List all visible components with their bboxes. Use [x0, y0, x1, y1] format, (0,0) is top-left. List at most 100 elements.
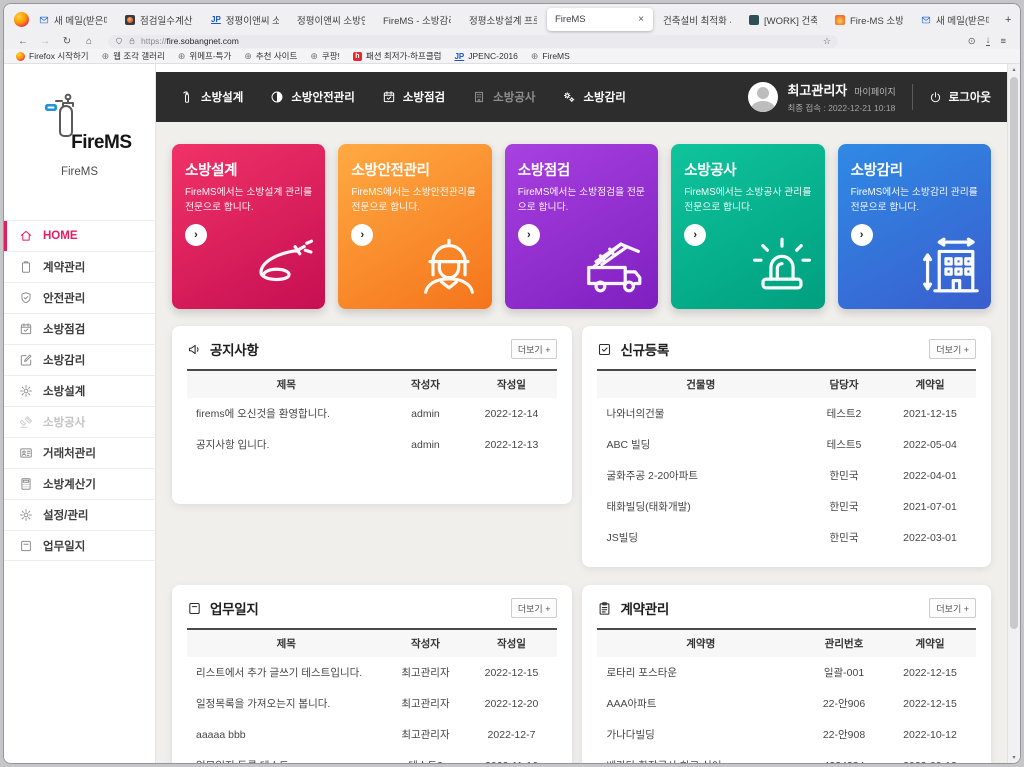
- home-button[interactable]: ⌂: [80, 36, 98, 47]
- page-scrollbar[interactable]: ▴ ▾: [1007, 64, 1020, 763]
- nav-item-inspection[interactable]: 소방점검: [382, 89, 445, 105]
- nav-item-design[interactable]: 소방설계: [180, 89, 243, 105]
- more-button[interactable]: 더보기 +: [511, 339, 558, 359]
- worklog-table: 제목 작성자 작성일 리스트에서 추가 글쓰기 테스트입니다. 최고관리자 20…: [187, 628, 557, 764]
- menu-icon[interactable]: ≡: [1000, 36, 1006, 47]
- fire-extinguisher-icon: [180, 90, 194, 104]
- back-button[interactable]: ←: [14, 36, 32, 47]
- card-arrow-button[interactable]: ›: [185, 224, 207, 246]
- new-tab-button[interactable]: +: [999, 14, 1017, 26]
- logout-button[interactable]: 로그아웃: [929, 89, 991, 105]
- table-row[interactable]: 리스트에서 추가 글쓰기 테스트입니다. 최고관리자 2022-12-15: [187, 657, 557, 688]
- sidebar-item-contracts[interactable]: 계약관리: [4, 251, 155, 282]
- table-row[interactable]: 태화빌딩(태화개발) 한민국 2021-07-01: [597, 491, 976, 522]
- bookmark[interactable]: ⊕FireMS: [531, 51, 570, 62]
- fire-site-icon: [835, 15, 845, 25]
- shield-check-icon: [19, 291, 33, 305]
- journal-icon: [19, 539, 33, 553]
- table-row[interactable]: 일정목록을 가져오는지 봅니다. 최고관리자 2022-12-20: [187, 688, 557, 719]
- bookmark[interactable]: ⊕위메프-특가: [178, 50, 231, 62]
- logo-caption: FireMS: [4, 166, 155, 178]
- panel-contracts: 계약관리 더보기 + 계약명 관리번호 계약일: [582, 585, 991, 764]
- table-row[interactable]: 공지사항 입니다. admin 2022-12-13: [187, 429, 557, 460]
- calculator-app-icon: [125, 15, 135, 25]
- sidebar-item-home[interactable]: HOME: [4, 220, 155, 251]
- firefox-icon[interactable]: [14, 12, 29, 27]
- bookmark[interactable]: Firefox 시작하기: [16, 50, 89, 62]
- sidebar-item-supervision[interactable]: 소방감리: [4, 344, 155, 375]
- card-construction[interactable]: 소방공사 FireMS에서는 소방공사 관리를 전문으로 합니다. ›: [671, 144, 824, 309]
- tab-active[interactable]: FireMS×: [547, 8, 653, 31]
- table-row[interactable]: 업무일지 등록 테스트 테스트2 2022-11-16: [187, 750, 557, 764]
- scroll-up-icon[interactable]: ▴: [1008, 66, 1020, 73]
- tab[interactable]: 정평이앤씨 소방안전: [289, 8, 373, 31]
- table-row[interactable]: JS빌딩 한민국 2022-03-01: [597, 522, 976, 553]
- nav-item-supervision[interactable]: 소방감리: [562, 89, 625, 105]
- scrollbar-thumb[interactable]: [1010, 77, 1018, 629]
- sidebar-item-worklog[interactable]: 업무일지: [4, 530, 155, 561]
- tab[interactable]: Fire-MS 소방넷: [827, 8, 911, 31]
- card-arrow-button[interactable]: ›: [851, 224, 873, 246]
- close-tab-icon[interactable]: ×: [637, 14, 645, 25]
- sidebar-item-settings[interactable]: 설정/관리: [4, 499, 155, 530]
- sidebar-item-calculator[interactable]: 소방계산기: [4, 468, 155, 499]
- table-row[interactable]: 베란다 확장공사 하고 싶어 4234234 2022-09-13: [597, 750, 976, 764]
- tab[interactable]: 점검일수계산기: [117, 8, 201, 31]
- card-desc: FireMS에서는 소방점검을 전문으로 합니다.: [518, 186, 645, 215]
- table-row[interactable]: 로타리 포스타운 일괄-001 2022-12-15: [597, 657, 976, 688]
- table-row[interactable]: firems에 오신것을 환영합니다. admin 2022-12-14: [187, 398, 557, 429]
- building-measure-icon: [913, 231, 983, 301]
- card-title: 소방안전관리: [351, 159, 478, 180]
- siren-icon: [747, 231, 817, 301]
- tab[interactable]: 정평소방설계 프로그: [461, 8, 545, 31]
- tab[interactable]: JP정평이앤씨 소방: [203, 8, 287, 31]
- card-arrow-button[interactable]: ›: [518, 224, 540, 246]
- bookmark[interactable]: ⊕쿠팡!: [310, 50, 340, 62]
- bookmark[interactable]: JPJPENC-2016: [454, 51, 517, 61]
- firefighter-icon: [414, 231, 484, 301]
- table-row[interactable]: 나와너의건물 테스트2 2021-12-15: [597, 398, 976, 429]
- tab[interactable]: 새 메일(받은메일: [913, 8, 997, 31]
- table-row[interactable]: AAA아파트 22-안906 2022-12-15: [597, 688, 976, 719]
- more-button[interactable]: 더보기 +: [929, 598, 976, 618]
- tab[interactable]: FireMS - 소방감리 프: [375, 8, 459, 31]
- card-design[interactable]: 소방설계 FireMS에서는 소방설계 관리를 전문으로 합니다. ›: [172, 144, 325, 309]
- table-row[interactable]: ABC 빌딩 테스트5 2022-05-04: [597, 429, 976, 460]
- reload-button[interactable]: ↻: [58, 36, 76, 47]
- panel-title: 계약관리: [620, 598, 668, 618]
- card-arrow-button[interactable]: ›: [684, 224, 706, 246]
- sidebar-item-inspection[interactable]: 소방점검: [4, 313, 155, 344]
- table-row[interactable]: 가나다빌딩 22-안908 2022-10-12: [597, 719, 976, 750]
- tab[interactable]: 새 메일(받은메일: [31, 8, 115, 31]
- nav-item-safety[interactable]: 소방안전관리: [270, 89, 354, 105]
- more-button[interactable]: 더보기 +: [511, 598, 558, 618]
- forward-button[interactable]: →: [36, 36, 54, 47]
- panel-title: 신규등록: [620, 339, 668, 359]
- shield-icon[interactable]: [115, 37, 123, 45]
- new-registration-table: 건물명 담당자 계약일 나와너의건물 테스트2 2021-12-15: [597, 369, 976, 553]
- table-row[interactable]: aaaaa bbb 최고관리자 2022-12-7: [187, 719, 557, 750]
- globe-icon: ⊕: [102, 51, 110, 62]
- downloads-icon[interactable]: ↓: [986, 37, 991, 46]
- tab-list-button[interactable]: ▾: [1019, 13, 1021, 26]
- bookmark-star-icon[interactable]: ☆: [823, 36, 831, 47]
- scroll-down-icon[interactable]: ▾: [1008, 754, 1020, 761]
- tab[interactable]: [WORK] 건축설비: [741, 8, 825, 31]
- pocket-icon[interactable]: ⊙: [968, 36, 976, 47]
- bookmark[interactable]: ⊕추천 사이트: [244, 50, 297, 62]
- table-row[interactable]: 굴화주공 2-20아파트 한민국 2022-04-01: [597, 460, 976, 491]
- sidebar-item-clients[interactable]: 거래처관리: [4, 437, 155, 468]
- sidebar-item-design[interactable]: 소방설계: [4, 375, 155, 406]
- tab[interactable]: 건축설비 최적화 시스: [655, 8, 739, 31]
- card-safety[interactable]: 소방안전관리 FireMS에서는 소방안전관리를 전문으로 합니다. ›: [338, 144, 491, 309]
- sidebar-item-safety[interactable]: 안전관리: [4, 282, 155, 313]
- toolbar-right: ⊙ ↓ ≡: [968, 36, 1010, 47]
- bookmark[interactable]: h패션 최저가-하프클럽: [353, 50, 442, 62]
- url-bar[interactable]: https://fire.sobangnet.com ☆: [108, 35, 838, 48]
- mypage-link[interactable]: 마이페이지: [854, 85, 895, 98]
- more-button[interactable]: 더보기 +: [929, 339, 976, 359]
- card-arrow-button[interactable]: ›: [351, 224, 373, 246]
- card-supervision[interactable]: 소방감리 FireMS에서는 소방감리 관리를 전문으로 합니다. ›: [838, 144, 991, 309]
- bookmark[interactable]: ⊕웹 조각 갤러리: [102, 50, 165, 62]
- card-inspection[interactable]: 소방점검 FireMS에서는 소방점검을 전문으로 합니다. ›: [505, 144, 658, 309]
